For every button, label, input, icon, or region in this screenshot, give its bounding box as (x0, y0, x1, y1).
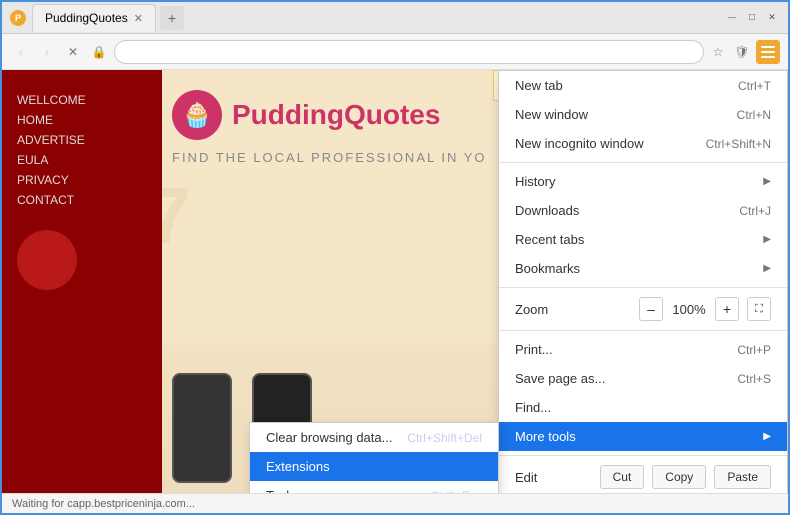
menu-item-save-label: Save page as... (515, 371, 737, 386)
nav-decoration (17, 230, 77, 290)
submenu-clear-browsing[interactable]: Clear browsing data... Ctrl+Shift+Del (250, 423, 498, 452)
copy-button[interactable]: Copy (652, 465, 706, 489)
nav-advertise[interactable]: ADVERTISE (17, 130, 147, 150)
nav-eula[interactable]: EULA (17, 150, 147, 170)
tab-title: PuddingQuotes (45, 11, 128, 25)
cut-button[interactable]: Cut (600, 465, 645, 489)
chrome-dropdown-menu: New tab Ctrl+T New window Ctrl+N New inc… (498, 70, 788, 493)
active-tab[interactable]: PuddingQuotes ✕ (32, 4, 156, 32)
menu-item-more-tools[interactable]: More tools ▶ Clear browsing data... Ctrl… (499, 422, 787, 451)
phone-image-1 (172, 373, 232, 483)
menu-divider-3 (499, 330, 787, 331)
website-subtitle: FIND THE LOCAL PROFESSIONAL IN YO (172, 150, 487, 165)
menu-item-print-shortcut: Ctrl+P (737, 343, 771, 357)
menu-item-history-label: History (515, 174, 757, 189)
menu-item-incognito-label: New incognito window (515, 136, 706, 151)
zoom-value: 100% (671, 302, 707, 317)
browser-window: P PuddingQuotes ✕ + ‹ › ✕ 🔒 ☆ 🛡 (0, 0, 790, 515)
menu-item-save-page[interactable]: Save page as... Ctrl+S (499, 364, 787, 393)
forward-button[interactable]: › (36, 41, 58, 63)
menu-item-new-window[interactable]: New window Ctrl+N (499, 100, 787, 129)
submenu-clear-label: Clear browsing data... (266, 430, 407, 445)
content-area: 77 77 WELLCOME HOME ADVERTISE EULA PRIVA… (2, 70, 788, 493)
window-controls (724, 10, 780, 26)
menu-item-more-tools-label: More tools (515, 429, 757, 444)
address-input[interactable] (114, 40, 704, 64)
stop-button[interactable]: ✕ (62, 41, 84, 63)
more-tools-submenu: Clear browsing data... Ctrl+Shift+Del Ex… (249, 422, 499, 493)
title-bar: P PuddingQuotes ✕ + (2, 2, 788, 34)
nav-wellcome[interactable]: WELLCOME (17, 90, 147, 110)
edit-label: Edit (515, 470, 592, 485)
bookmarks-arrow: ▶ (763, 263, 771, 274)
menu-item-downloads[interactable]: Downloads Ctrl+J (499, 196, 787, 225)
zoom-fullscreen-button[interactable]: ⛶ (747, 297, 771, 321)
back-button[interactable]: ‹ (10, 41, 32, 63)
nav-home[interactable]: HOME (17, 110, 147, 130)
menu-item-history[interactable]: History ▶ (499, 167, 787, 196)
menu-item-new-window-label: New window (515, 107, 737, 122)
submenu-clear-shortcut: Ctrl+Shift+Del (407, 431, 482, 445)
menu-item-save-shortcut: Ctrl+S (737, 372, 771, 386)
menu-item-bookmarks-label: Bookmarks (515, 261, 757, 276)
menu-divider-2 (499, 287, 787, 288)
edit-row: Edit Cut Copy Paste (499, 460, 787, 493)
website-logo-text: PuddingQuotes (232, 99, 440, 131)
submenu-task-shortcut: Shift+Esc (431, 489, 482, 494)
new-tab-button[interactable]: + (160, 6, 184, 30)
nav-privacy[interactable]: PRIVACY (17, 170, 147, 190)
tab-bar: PuddingQuotes ✕ + (32, 4, 724, 32)
menu-item-find[interactable]: Find... (499, 393, 787, 422)
minimize-button[interactable] (724, 10, 740, 26)
menu-divider-4 (499, 455, 787, 456)
shield-icon: 🛡 (732, 42, 752, 62)
menu-item-incognito-shortcut: Ctrl+Shift+N (706, 137, 771, 151)
website-logo-icon: 🧁 (172, 90, 222, 140)
menu-item-print-label: Print... (515, 342, 737, 357)
submenu-extensions[interactable]: Extensions (250, 452, 498, 481)
lock-icon: 🔒 (88, 41, 110, 63)
history-arrow: ▶ (763, 176, 771, 187)
menu-item-recent-tabs[interactable]: Recent tabs ▶ (499, 225, 787, 254)
maximize-button[interactable] (744, 10, 760, 26)
menu-item-new-tab-label: New tab (515, 78, 738, 93)
menu-divider-1 (499, 162, 787, 163)
paste-button[interactable]: Paste (714, 465, 771, 489)
menu-item-downloads-shortcut: Ctrl+J (739, 204, 771, 218)
zoom-minus-button[interactable]: – (639, 297, 663, 321)
tab-close-button[interactable]: ✕ (134, 12, 143, 25)
bookmark-icon[interactable]: ☆ (708, 42, 728, 62)
more-tools-arrow: ▶ (763, 431, 771, 442)
toolbar-icons: ☆ 🛡 (708, 42, 752, 62)
status-bar: Waiting for capp.bestpriceninja.com... (2, 493, 788, 513)
close-button[interactable] (764, 10, 780, 26)
address-bar: ‹ › ✕ 🔒 ☆ 🛡 (2, 34, 788, 70)
browser-favicon: P (10, 10, 26, 26)
nav-contact[interactable]: CONTACT (17, 190, 147, 210)
menu-item-new-window-shortcut: Ctrl+N (737, 108, 771, 122)
menu-item-downloads-label: Downloads (515, 203, 739, 218)
submenu-extensions-label: Extensions (266, 459, 482, 474)
zoom-row: Zoom – 100% + ⛶ (499, 292, 787, 326)
zoom-label: Zoom (515, 302, 631, 317)
website-nav: WELLCOME HOME ADVERTISE EULA PRIVACY CON… (2, 70, 162, 493)
menu-item-recent-tabs-label: Recent tabs (515, 232, 757, 247)
zoom-plus-button[interactable]: + (715, 297, 739, 321)
submenu-task-label: Task manager (266, 488, 431, 493)
submenu-task-manager[interactable]: Task manager Shift+Esc (250, 481, 498, 493)
menu-item-print[interactable]: Print... Ctrl+P (499, 335, 787, 364)
status-text: Waiting for capp.bestpriceninja.com... (12, 498, 195, 510)
menu-item-bookmarks[interactable]: Bookmarks ▶ (499, 254, 787, 283)
menu-item-incognito[interactable]: New incognito window Ctrl+Shift+N (499, 129, 787, 158)
menu-item-new-tab[interactable]: New tab Ctrl+T (499, 71, 787, 100)
menu-item-find-label: Find... (515, 400, 771, 415)
recent-tabs-arrow: ▶ (763, 234, 771, 245)
chrome-menu-button[interactable] (756, 40, 780, 64)
menu-item-new-tab-shortcut: Ctrl+T (738, 79, 771, 93)
